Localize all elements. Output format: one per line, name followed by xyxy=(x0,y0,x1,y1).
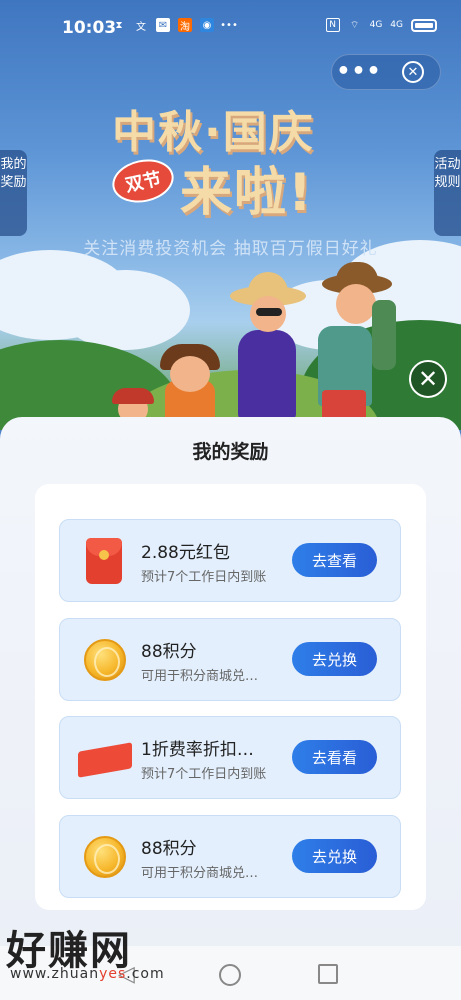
mail-icon: ✉ xyxy=(156,18,170,32)
gold-coin-icon xyxy=(82,637,128,683)
cloud xyxy=(60,270,190,350)
system-icons: N ⌔ 4G 4G xyxy=(325,18,437,32)
signal-icon: 4G xyxy=(369,20,383,30)
take-a-look-button[interactable]: 去看看 xyxy=(292,740,377,774)
nfc-icon: N xyxy=(325,18,340,32)
reward-desc: 预计7个工作日内到账 xyxy=(141,767,267,782)
reward-desc: 可用于积分商城兑… xyxy=(141,866,259,881)
reward-row: 1折费率折扣… 预计7个工作日内到账 去看看 xyxy=(59,716,401,799)
reward-title: 88积分 xyxy=(141,642,197,662)
reward-row: 2.88元红包 预计7个工作日内到账 去查看 xyxy=(59,519,401,602)
notification-icons: ⧗ 文 ✉ 淘 ◉ ••• xyxy=(112,18,238,33)
festival-badge: 双节 xyxy=(108,154,178,208)
watermark-url: www.zhuanyes.com xyxy=(10,966,165,982)
signal-icon-2: 4G xyxy=(390,20,403,30)
my-rewards-tab[interactable]: 我的奖励 xyxy=(0,150,27,236)
redeem-button[interactable]: 去兑换 xyxy=(292,839,377,873)
close-circle-icon: ✕ xyxy=(402,61,424,83)
hourglass-icon: ⧗ xyxy=(115,19,123,31)
reward-desc: 预计7个工作日内到账 xyxy=(141,570,267,585)
more-notifications-icon: ••• xyxy=(220,19,238,31)
taobao-icon: 淘 xyxy=(178,18,192,33)
activity-rules-tab[interactable]: 活动规则 xyxy=(434,150,461,236)
coupon-ticket-icon xyxy=(78,735,132,781)
close-miniprogram-button[interactable]: ✕ xyxy=(386,61,440,83)
translate-icon: 文 xyxy=(136,21,146,33)
close-sheet-button[interactable]: ✕ xyxy=(409,360,447,398)
reward-row: 88积分 可用于积分商城兑… 去兑换 xyxy=(59,815,401,898)
reward-row: 88积分 可用于积分商城兑… 去兑换 xyxy=(59,618,401,701)
more-options-icon[interactable]: ••• xyxy=(332,54,386,90)
status-bar: 10:03 ⧗ 文 ✉ 淘 ◉ ••• N ⌔ 4G 4G xyxy=(0,0,461,58)
red-envelope-icon xyxy=(82,538,128,584)
reward-desc: 可用于积分商城兑… xyxy=(141,669,259,684)
app-icon: ◉ xyxy=(200,18,214,32)
wifi-icon: ⌔ xyxy=(349,19,360,31)
gold-coin-icon xyxy=(82,834,128,880)
banner-slogan: 关注消费投资机会 抽取百万假日好礼 xyxy=(83,239,378,259)
status-time: 10:03 xyxy=(62,18,117,38)
rewards-card: 2.88元红包 预计7个工作日内到账 去查看 88积分 可用于积分商城兑… 去兑… xyxy=(35,484,426,910)
view-reward-button[interactable]: 去查看 xyxy=(292,543,377,577)
recents-icon[interactable] xyxy=(318,964,338,984)
hero-subtitle: 来啦! xyxy=(180,163,314,223)
rewards-sheet: 我的奖励 2.88元红包 预计7个工作日内到账 去查看 88积分 可用于积分商城… xyxy=(0,417,461,1000)
home-icon[interactable] xyxy=(219,964,241,986)
reward-title: 2.88元红包 xyxy=(141,543,230,563)
miniprogram-capsule: ••• ✕ xyxy=(331,54,441,90)
battery-icon xyxy=(411,18,437,32)
sheet-title: 我的奖励 xyxy=(192,441,269,463)
redeem-button[interactable]: 去兑换 xyxy=(292,642,377,676)
reward-title: 1折费率折扣… xyxy=(141,740,254,760)
reward-title: 88积分 xyxy=(141,839,197,859)
